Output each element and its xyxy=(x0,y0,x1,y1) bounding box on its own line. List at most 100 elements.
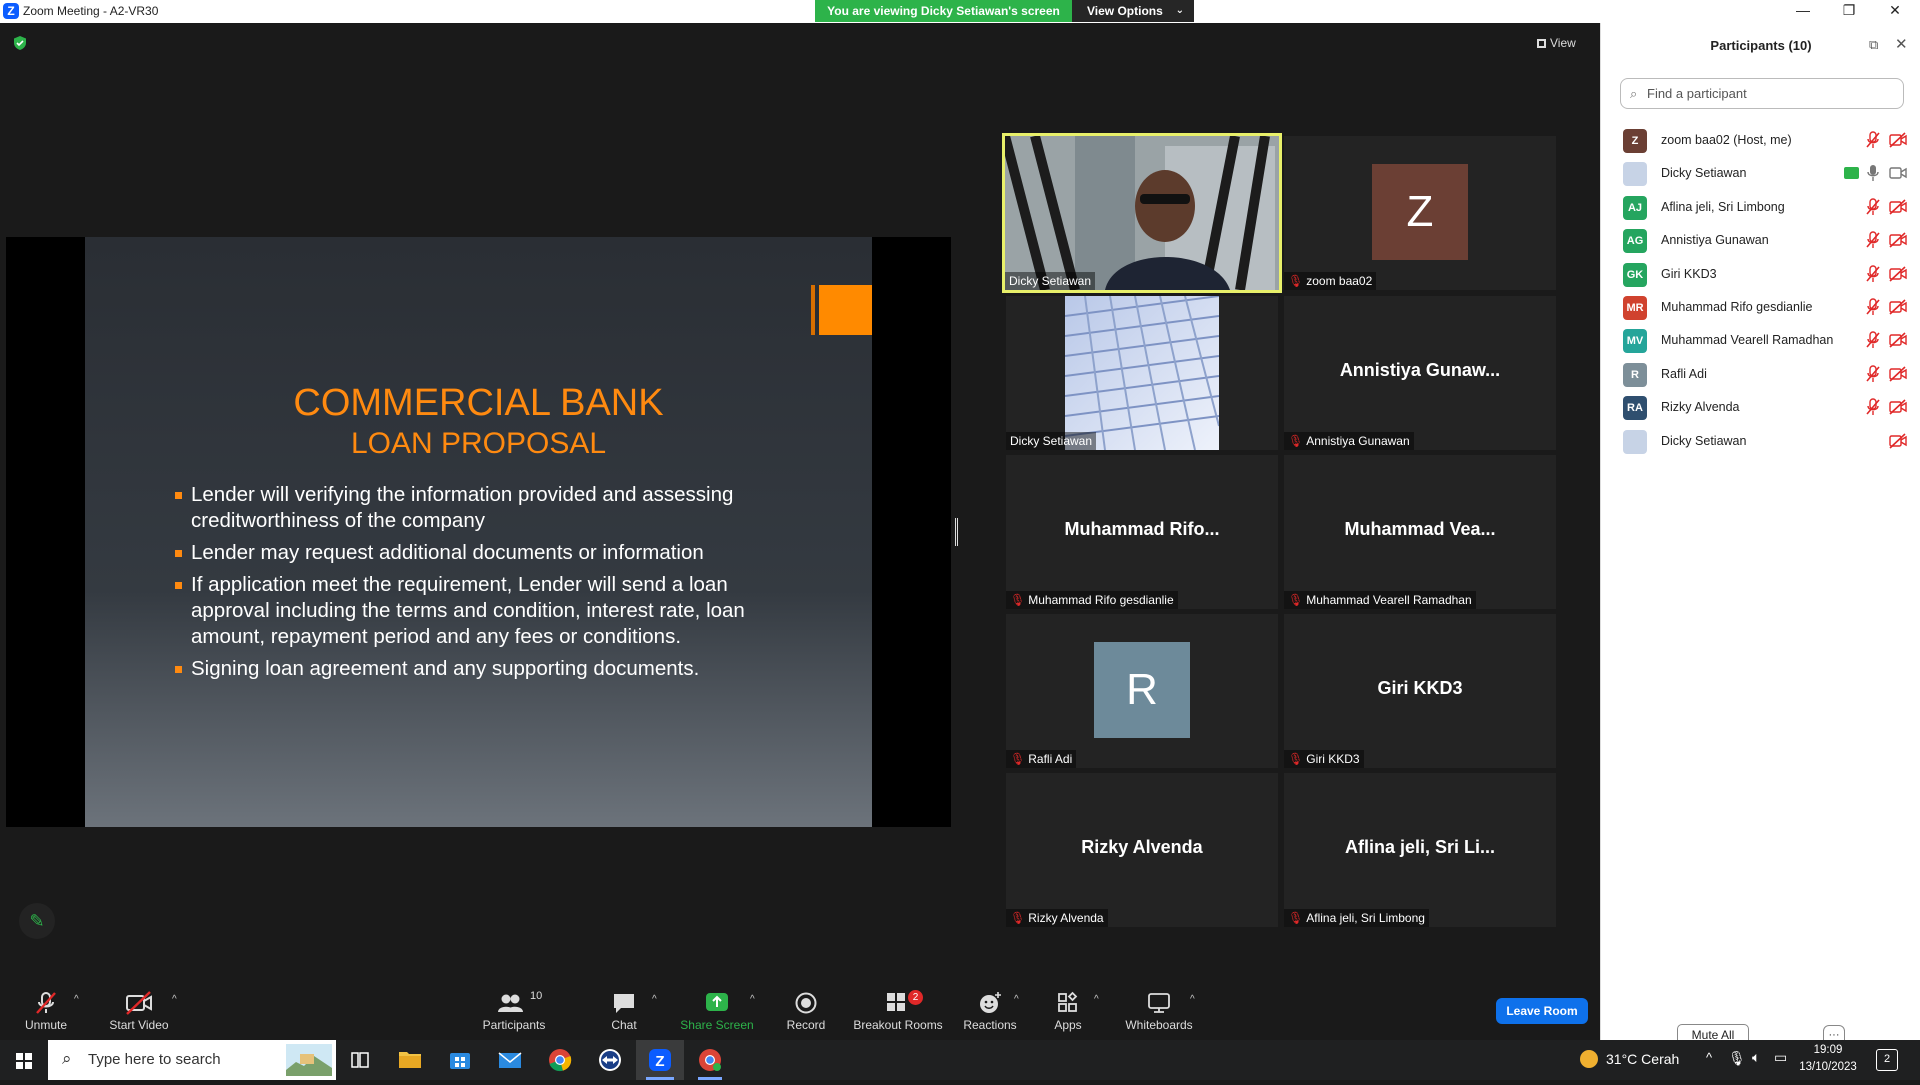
close-window-button[interactable]: ✕ xyxy=(1872,0,1918,22)
chevron-up-icon[interactable]: ^ xyxy=(750,994,755,1005)
network-icon[interactable]: ▭ xyxy=(1774,1049,1787,1066)
chevron-up-icon[interactable]: ^ xyxy=(652,994,657,1005)
video-off-icon[interactable] xyxy=(1889,266,1907,282)
video-off-icon[interactable] xyxy=(1889,433,1907,449)
mic-muted-icon[interactable] xyxy=(1866,331,1880,349)
leave-room-button[interactable]: Leave Room xyxy=(1496,998,1588,1024)
record-icon xyxy=(795,992,817,1014)
taskbar-search-box[interactable]: ⌕ Type here to search xyxy=(48,1040,336,1080)
slide-subtitle: LOAN PROPOSAL xyxy=(350,427,607,460)
video-icon[interactable] xyxy=(1889,165,1907,181)
restore-button[interactable]: ❐ xyxy=(1826,0,1872,22)
speaker-icon[interactable]: 🔈︎ xyxy=(1752,1049,1760,1066)
chevron-up-icon[interactable]: ^ xyxy=(1706,1050,1712,1065)
video-tile-dicky-setiawan-2[interactable]: Dicky Setiawan xyxy=(1006,296,1278,450)
participant-name-label: Dicky Setiawan xyxy=(1006,432,1097,450)
shared-screen[interactable]: COMMERCIAL BANK LOAN PROPOSAL Lender wil… xyxy=(6,237,951,827)
avatar: MV xyxy=(1623,329,1647,354)
video-tile-aflina-jeli[interactable]: Aflina jeli, Sri Li... 🎙︎ Aflina jeli, Sr… xyxy=(1284,773,1556,927)
weather-widget[interactable]: 31°C Cerah xyxy=(1580,1050,1679,1068)
chrome-profile-icon[interactable] xyxy=(686,1040,734,1080)
participant-name-label: 🎙︎ Aflina jeli, Sri Limbong xyxy=(1284,909,1429,927)
shield-icon[interactable] xyxy=(12,35,28,51)
participants-icon xyxy=(498,994,523,1012)
split-resize-handle[interactable] xyxy=(955,518,958,546)
start-video-label: Start Video xyxy=(109,1018,169,1032)
clock[interactable]: 19:09 13/10/2023 xyxy=(1798,1042,1858,1076)
store-icon[interactable] xyxy=(436,1040,484,1080)
mail-icon[interactable] xyxy=(486,1040,534,1080)
breakout-rooms-button[interactable]: 2 Breakout Rooms xyxy=(852,990,944,1036)
mic-muted-icon[interactable] xyxy=(1866,198,1880,216)
chat-button[interactable]: Chat xyxy=(604,990,644,1036)
video-tile-annistiya-gunawan[interactable]: Annistiya Gunaw... 🎙︎ Annistiya Gunawan xyxy=(1284,296,1556,450)
chevron-up-icon[interactable]: ^ xyxy=(1094,994,1099,1005)
video-off-icon[interactable] xyxy=(1889,366,1907,382)
chevron-up-icon[interactable]: ^ xyxy=(74,994,79,1005)
participant-row[interactable]: Dicky Setiawan xyxy=(1601,422,1920,463)
video-off-icon[interactable] xyxy=(1889,132,1907,148)
video-tile-dicky-setiawan[interactable]: Dicky Setiawan xyxy=(1002,133,1282,293)
notification-count: 2 xyxy=(1883,1053,1891,1065)
close-icon[interactable]: ✕ xyxy=(1895,35,1911,53)
video-tile-rafli-adi[interactable]: R 🎙︎ Rafli Adi xyxy=(1006,614,1278,768)
video-tile-rizky-alvenda[interactable]: Rizky Alvenda 🎙︎ Rizky Alvenda xyxy=(1006,773,1278,927)
participant-display-name: Rizky Alvenda xyxy=(1081,837,1203,857)
window-title: Zoom Meeting - A2-VR30 xyxy=(23,4,159,18)
reactions-button[interactable]: Reactions xyxy=(962,990,1018,1036)
video-tile-muhammad-rifo[interactable]: Muhammad Rifo... 🎙︎ Muhammad Rifo gesdian… xyxy=(1006,455,1278,609)
minimize-button[interactable]: — xyxy=(1780,0,1826,22)
notification-center-icon[interactable]: 2 xyxy=(1876,1049,1898,1071)
video-off-icon[interactable] xyxy=(1889,299,1907,315)
task-view-icon[interactable] xyxy=(336,1040,384,1080)
video-off-icon[interactable] xyxy=(1889,399,1907,415)
mic-icon[interactable] xyxy=(1866,164,1880,182)
teamviewer-icon[interactable] xyxy=(586,1040,634,1080)
mic-muted-icon[interactable] xyxy=(1866,131,1880,149)
whiteboards-button[interactable]: Whiteboards xyxy=(1124,990,1194,1036)
microphone-icon[interactable]: 🎙︎ xyxy=(1728,1050,1746,1067)
slide-bullet: If application meet the requirement, Len… xyxy=(175,572,805,650)
file-explorer-icon[interactable] xyxy=(386,1040,434,1080)
view-button[interactable]: View xyxy=(1537,33,1587,53)
video-tile-muhammad-vearell[interactable]: Muhammad Vea... 🎙︎ Muhammad Vearell Ramad… xyxy=(1284,455,1556,609)
mic-muted-icon[interactable] xyxy=(1866,398,1880,416)
start-video-button[interactable]: Start Video xyxy=(106,990,172,1036)
participant-name-label: 🎙︎ Muhammad Rifo gesdianlie xyxy=(1006,591,1178,609)
video-off-icon[interactable] xyxy=(1889,199,1907,215)
search-icon: ⌕ xyxy=(1630,86,1638,101)
pop-out-icon[interactable]: ⧉ xyxy=(1869,37,1885,53)
mic-muted-icon[interactable] xyxy=(1866,231,1880,249)
participant-display-name: Giri KKD3 xyxy=(1377,678,1463,698)
participant-name: Giri KKD3 xyxy=(1661,266,1717,281)
zoom-taskbar-icon[interactable]: Z xyxy=(636,1040,684,1080)
video-off-icon[interactable] xyxy=(1889,232,1907,248)
windows-start-icon[interactable] xyxy=(0,1040,48,1080)
mic-muted-icon[interactable] xyxy=(1866,365,1880,383)
view-options-button[interactable]: View Options ⌄ xyxy=(1072,0,1194,22)
participant-name: Muhammad Vearell Ramadhan xyxy=(1661,333,1834,348)
mic-muted-icon[interactable] xyxy=(1866,298,1880,316)
chevron-up-icon[interactable]: ^ xyxy=(1014,994,1019,1005)
slide-title: COMMERCIAL BANK xyxy=(293,382,664,424)
mic-muted-icon[interactable] xyxy=(1866,264,1880,283)
share-screen-button[interactable]: Share Screen xyxy=(678,990,756,1036)
record-button[interactable]: Record xyxy=(784,990,828,1036)
avatar: Z xyxy=(1372,164,1468,260)
chevron-up-icon[interactable]: ^ xyxy=(1190,994,1195,1005)
apps-icon xyxy=(1058,991,1078,1012)
chrome-icon[interactable] xyxy=(536,1040,584,1080)
unmute-button[interactable]: Unmute xyxy=(18,990,74,1036)
participant-search-input[interactable]: ⌕ Find a participant xyxy=(1620,78,1904,109)
participant-name-label: Dicky Setiawan xyxy=(1005,272,1096,290)
participants-button[interactable]: 10 Participants xyxy=(478,990,550,1036)
participant-display-name: Muhammad Vea... xyxy=(1344,519,1496,539)
annotate-pencil-button[interactable]: ✎ xyxy=(19,903,55,939)
video-off-icon[interactable] xyxy=(1889,332,1907,348)
video-tile-zoom-baa02[interactable]: Z 🎙︎ zoom baa02 xyxy=(1284,136,1556,290)
video-tile-giri-kkd3[interactable]: Giri KKD3 🎙︎ Giri KKD3 xyxy=(1284,614,1556,768)
avatar: GK xyxy=(1623,262,1647,287)
apps-button[interactable]: Apps xyxy=(1050,990,1086,1036)
avatar xyxy=(1623,162,1647,187)
chevron-up-icon[interactable]: ^ xyxy=(172,994,177,1005)
